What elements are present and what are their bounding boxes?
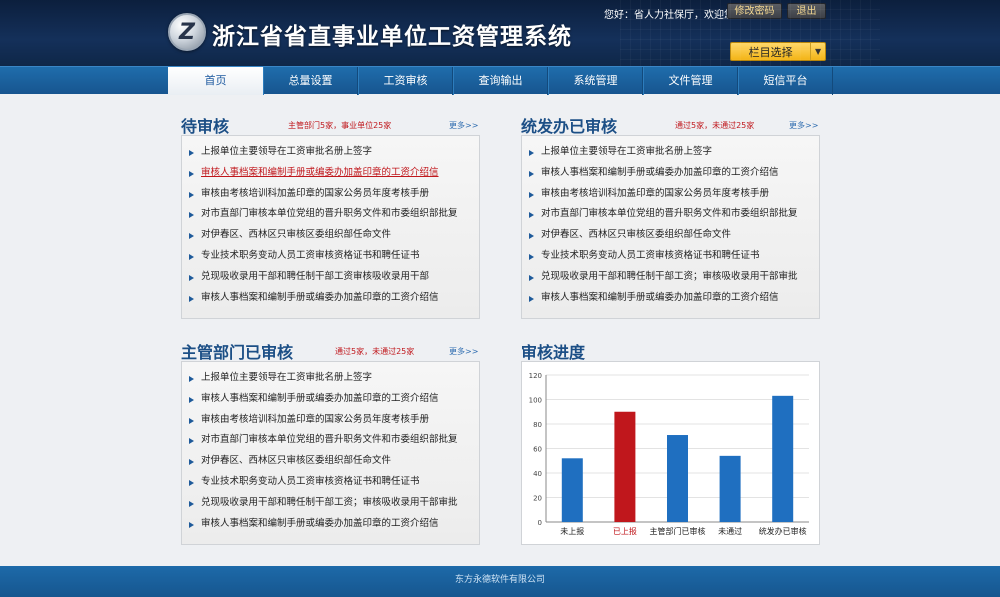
- list-item[interactable]: 审核人事档案和编制手册或编委办加盖印章的工资介绍信: [522, 288, 819, 309]
- list-item[interactable]: 对伊春区、西林区只审核区委组织部任命文件: [182, 225, 479, 246]
- list-item[interactable]: 对伊春区、西林区只审核区委组织部任命文件: [182, 451, 479, 472]
- column-select-label: 栏目选择: [748, 45, 793, 59]
- nav-item-sms-platform[interactable]: 短信平台: [738, 67, 833, 95]
- list-item[interactable]: 审核由考核培训科加盖印章的国家公务员年度考核手册: [182, 410, 479, 431]
- item-list: 上报单位主要领导在工资审批名册上签字 审核人事档案和编制手册或编委办加盖印章的工…: [522, 136, 819, 308]
- list-item[interactable]: 专业技术职务变动人员工资审核资格证书和聘任证书: [182, 246, 479, 267]
- panel-box: 上报单位主要领导在工资审批名册上签字 审核人事档案和编制手册或编委办加盖印章的工…: [521, 135, 820, 319]
- y-tick-label: 60: [533, 446, 542, 454]
- logout-button[interactable]: 退出: [787, 3, 826, 19]
- chart-box: 0 20 40 60 80 100 120 未上报 已上报 主管部门已审核 未通过 统发办已审核: [521, 361, 820, 545]
- logo-letter: Z: [179, 19, 195, 45]
- main-nav: 首页 总量设置 工资审核 查询输出 系统管理 文件管理 短信平台: [0, 66, 1000, 95]
- panel-title: 统发办已审核: [521, 117, 618, 136]
- y-tick-label: 20: [533, 495, 542, 503]
- panel-summary: 主管部门5家，事业单位25家: [288, 121, 392, 130]
- more-link[interactable]: 更多>>: [789, 120, 818, 131]
- panel-box: 上报单位主要领导在工资审批名册上签字 审核人事档案和编制手册或编委办加盖印章的工…: [181, 135, 480, 319]
- nav-item-salary-review[interactable]: 工资审核: [358, 67, 453, 95]
- list-item[interactable]: 专业技术职务变动人员工资审核资格证书和聘任证书: [182, 472, 479, 493]
- system-logo: Z: [168, 13, 206, 51]
- list-item[interactable]: 对市直部门审核本单位党组的晋升职务文件和市委组织部批复: [522, 204, 819, 225]
- nav-item-quota-settings[interactable]: 总量设置: [263, 67, 358, 95]
- panel-summary: 通过5家，未通过25家: [335, 347, 415, 356]
- list-item[interactable]: 专业技术职务变动人员工资审核资格证书和聘任证书: [522, 246, 819, 267]
- system-title: 浙江省省直事业单位工资管理系统: [212, 24, 572, 50]
- list-item[interactable]: 上报单位主要领导在工资审批名册上签字: [182, 368, 479, 389]
- nav-item-file-management[interactable]: 文件管理: [643, 67, 738, 95]
- list-item[interactable]: 对市直部门审核本单位党组的晋升职务文件和市委组织部批复: [182, 430, 479, 451]
- panel-summary: 通过5家，未通过25家: [675, 121, 755, 130]
- x-tick-label: 统发办已审核: [759, 526, 807, 536]
- list-item[interactable]: 兑现吸收录用干部和聘任制干部工资；审核吸收录用干部审批: [522, 267, 819, 288]
- column-select-dropdown[interactable]: 栏目选择 ▼: [730, 42, 826, 61]
- panel-title: 主管部门已审核: [181, 343, 294, 362]
- chevron-down-icon: ▼: [810, 43, 825, 60]
- y-tick-label: 120: [529, 372, 542, 380]
- x-tick-label: 未通过: [718, 526, 742, 536]
- panel-title: 待审核: [181, 117, 230, 136]
- chart-bar: [667, 435, 688, 522]
- list-item[interactable]: 上报单位主要领导在工资审批名册上签字: [522, 142, 819, 163]
- y-tick-label: 0: [538, 519, 542, 527]
- header-banner: Z 浙江省省直事业单位工资管理系统 您好：省人力社保厅，欢迎您！ 修改密码 退出…: [0, 0, 1000, 66]
- y-tick-label: 80: [533, 421, 542, 429]
- list-item[interactable]: 审核人事档案和编制手册或编委办加盖印章的工资介绍信: [182, 288, 479, 309]
- x-tick-label: 主管部门已审核: [650, 526, 706, 536]
- nav-item-system-management[interactable]: 系统管理: [548, 67, 643, 95]
- list-item[interactable]: 兑现吸收录用干部和聘任制干部工资审核吸收录用干部: [182, 267, 479, 288]
- item-list: 上报单位主要领导在工资审批名册上签字 审核人事档案和编制手册或编委办加盖印章的工…: [182, 362, 479, 534]
- chart-bar: [772, 395, 794, 522]
- item-list: 上报单位主要领导在工资审批名册上签字 审核人事档案和编制手册或编委办加盖印章的工…: [182, 136, 479, 308]
- more-link[interactable]: 更多>>: [449, 346, 478, 357]
- nav-item-home[interactable]: 首页: [168, 67, 263, 95]
- x-tick-label: 已上报: [613, 526, 637, 536]
- change-password-button[interactable]: 修改密码: [727, 3, 782, 19]
- list-item[interactable]: 审核人事档案和编制手册或编委办加盖印章的工资介绍信: [182, 514, 479, 535]
- footer: 东方永德软件有限公司: [0, 566, 1000, 597]
- company-name: 东方永德软件有限公司: [454, 575, 545, 585]
- list-item[interactable]: 对市直部门审核本单位党组的晋升职务文件和市委组织部批复: [182, 204, 479, 225]
- y-tick-label: 100: [529, 397, 542, 405]
- y-tick-label: 40: [533, 470, 542, 478]
- list-item[interactable]: 审核人事档案和编制手册或编委办加盖印章的工资介绍信: [182, 389, 479, 410]
- panel-box: 上报单位主要领导在工资审批名册上签字 审核人事档案和编制手册或编委办加盖印章的工…: [181, 361, 480, 545]
- list-item[interactable]: 对伊春区、西林区只审核区委组织部任命文件: [522, 225, 819, 246]
- list-item[interactable]: 审核由考核培训科加盖印章的国家公务员年度考核手册: [522, 184, 819, 205]
- list-item[interactable]: 上报单位主要领导在工资审批名册上签字: [182, 142, 479, 163]
- chart-bar: [561, 458, 583, 522]
- more-link[interactable]: 更多>>: [449, 120, 478, 131]
- list-item[interactable]: 审核人事档案和编制手册或编委办加盖印章的工资介绍信: [182, 163, 479, 184]
- list-item[interactable]: 审核由考核培训科加盖印章的国家公务员年度考核手册: [182, 184, 479, 205]
- user-greeting: 您好：省人力社保厅，欢迎您！: [604, 10, 744, 21]
- list-item[interactable]: 审核人事档案和编制手册或编委办加盖印章的工资介绍信: [522, 163, 819, 184]
- chart-bar: [614, 411, 636, 522]
- nav-item-query-output[interactable]: 查询输出: [453, 67, 548, 95]
- x-tick-label: 未上报: [560, 526, 584, 536]
- list-item[interactable]: 兑现吸收录用干部和聘任制干部工资；审核吸收录用干部审批: [182, 493, 479, 514]
- chart-bar: [719, 455, 741, 522]
- panel-title: 审核进度: [521, 343, 586, 362]
- progress-bar-chart: 0 20 40 60 80 100 120 未上报 已上报 主管部门已审核 未通过 统发办已审核: [529, 372, 809, 536]
